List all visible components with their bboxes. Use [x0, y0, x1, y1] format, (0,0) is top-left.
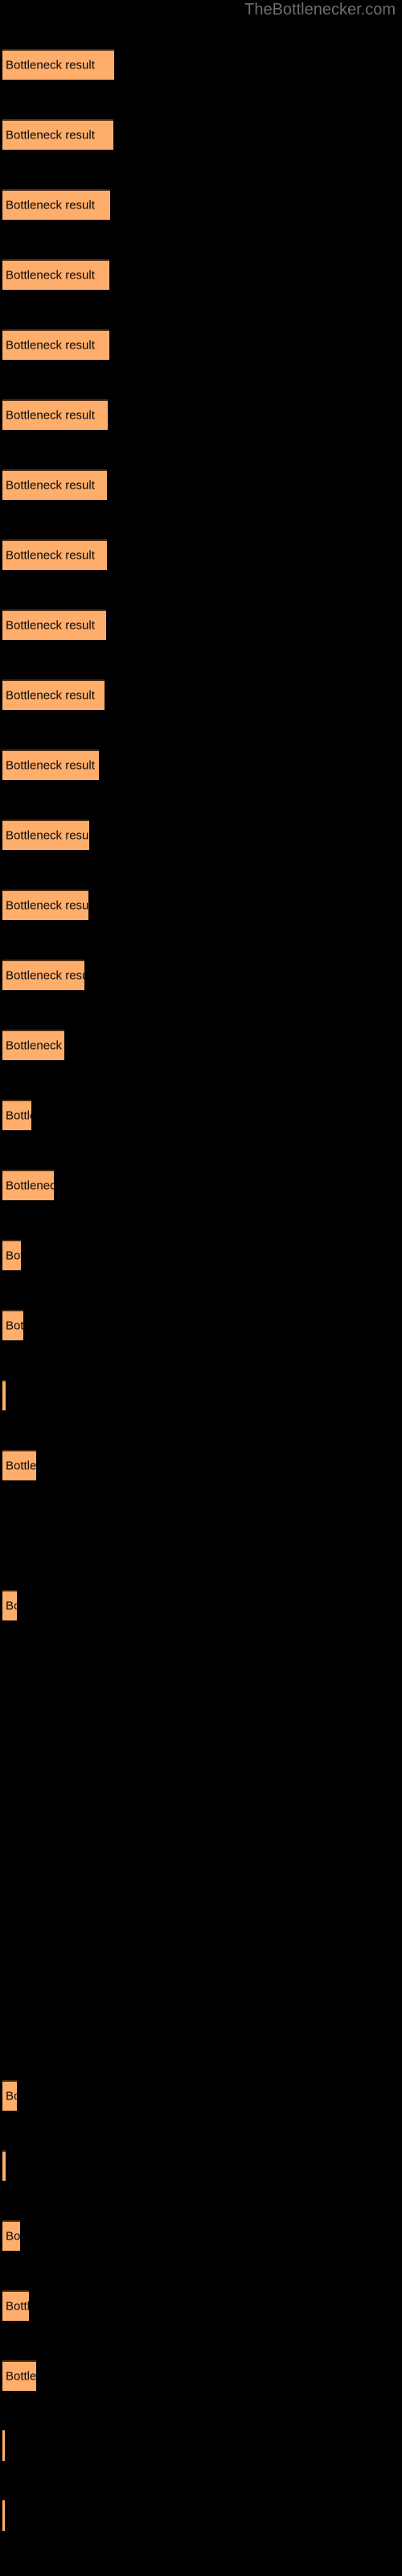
- bar[interactable]: Bottleneck result: [2, 1590, 17, 1620]
- bar-label: Bottleneck result: [6, 618, 95, 633]
- bar-slot: [0, 1800, 402, 1831]
- bar-slot: Bottleneck result: [0, 1450, 402, 1480]
- bar-slot: Bottleneck result: [0, 2150, 402, 2181]
- bar[interactable]: Bottleneck result: [2, 2500, 5, 2531]
- bar-slot: Bottleneck result: [0, 399, 402, 430]
- bar[interactable]: Bottleneck result: [2, 1310, 23, 1340]
- bar[interactable]: Bottleneck result: [2, 539, 107, 570]
- bar-slot: Bottleneck result: [0, 1240, 402, 1270]
- bar-slot: Bottleneck result: [0, 2080, 402, 2111]
- bar-label: Bottleneck result: [6, 58, 95, 72]
- bar[interactable]: Bottleneck result: [2, 2290, 29, 2321]
- bar-slot: Bottleneck result: [0, 749, 402, 780]
- bar[interactable]: Bottleneck result: [2, 679, 105, 710]
- bar[interactable]: Bottleneck result: [2, 1450, 36, 1480]
- bar[interactable]: Bottleneck result: [2, 1170, 54, 1200]
- bar-label: Bottleneck result: [6, 828, 89, 843]
- bar[interactable]: Bottleneck result: [2, 2220, 20, 2251]
- bar-slot: [0, 2010, 402, 2041]
- bar[interactable]: Bottleneck result: [2, 960, 84, 990]
- bar-slot: Bottleneck result: [0, 329, 402, 360]
- bar-label: Bottleneck result: [6, 1599, 17, 1613]
- bar-slot: Bottleneck result: [0, 890, 402, 920]
- bar-slot: Bottleneck result: [0, 469, 402, 500]
- bar-slot: [0, 1940, 402, 1971]
- bar[interactable]: Bottleneck result: [2, 1380, 6, 1410]
- bar-chart: TheBottlenecker.com Bottleneck result Bot…: [0, 0, 402, 2576]
- bar-label: Bottleneck result: [6, 2369, 36, 2384]
- bar[interactable]: Bottleneck result: [2, 2430, 5, 2461]
- bar-label: Bottleneck result: [6, 1459, 36, 1473]
- bar-label: Bottleneck result: [6, 478, 95, 493]
- bar-label: Bottleneck result: [6, 1319, 23, 1333]
- bar[interactable]: Bottleneck result: [2, 399, 108, 430]
- bar-label: Bottleneck result: [6, 268, 95, 283]
- bar-slot: [0, 1870, 402, 1901]
- bar-slot: Bottleneck result: [0, 1100, 402, 1130]
- bar[interactable]: Bottleneck result: [2, 469, 107, 500]
- bar[interactable]: Bottleneck result: [2, 2080, 17, 2111]
- bar-label: Bottleneck result: [6, 688, 95, 703]
- bar[interactable]: Bottleneck result: [2, 1030, 64, 1060]
- bar-label: Bottleneck result: [6, 2299, 29, 2314]
- bar-label: Bottleneck result: [6, 898, 88, 913]
- bar-slot: Bottleneck result: [0, 2220, 402, 2251]
- bar-slot: Bottleneck result: [0, 1170, 402, 1200]
- bar[interactable]: Bottleneck result: [2, 2150, 6, 2181]
- bar[interactable]: Bottleneck result: [2, 189, 110, 220]
- bar-label: Bottleneck result: [6, 338, 95, 353]
- bar[interactable]: Bottleneck result: [2, 329, 109, 360]
- bar[interactable]: Bottleneck result: [2, 609, 106, 640]
- bar-slot: Bottleneck result: [0, 119, 402, 150]
- bar[interactable]: Bottleneck result: [2, 49, 114, 80]
- bar[interactable]: Bottleneck result: [2, 890, 88, 920]
- bar-label: Bottleneck result: [6, 968, 84, 983]
- bar-slot: Bottleneck result: [0, 1590, 402, 1620]
- bar-label: Bottleneck result: [6, 1249, 21, 1263]
- bar-slot: Bottleneck result: [0, 819, 402, 850]
- bar-slot: Bottleneck result: [0, 2360, 402, 2391]
- bar[interactable]: Bottleneck result: [2, 1100, 31, 1130]
- bar-slot: Bottleneck result: [0, 2290, 402, 2321]
- bar[interactable]: Bottleneck result: [2, 749, 99, 780]
- bar-slot: Bottleneck result: [0, 539, 402, 570]
- bar-slot: Bottleneck result: [0, 2500, 402, 2531]
- bar-slot: [0, 1730, 402, 1761]
- bar-label: Bottleneck result: [6, 758, 95, 773]
- bar[interactable]: Bottleneck result: [2, 819, 89, 850]
- bar-label: Bottleneck result: [6, 1038, 64, 1053]
- bar-label: Bottleneck result: [6, 2089, 17, 2103]
- bar-slot: Bottleneck result: [0, 960, 402, 990]
- bar-label: Bottleneck result: [6, 1179, 54, 1193]
- bar-label: Bottleneck result: [6, 408, 95, 423]
- bar-slot: Bottleneck result: [0, 189, 402, 220]
- bar-label: Bottleneck result: [6, 2229, 20, 2244]
- bar-label: Bottleneck result: [6, 1108, 31, 1123]
- bar-label: Bottleneck result: [6, 198, 95, 213]
- bar-slot: Bottleneck result: [0, 1310, 402, 1340]
- bar-label: Bottleneck result: [6, 128, 95, 142]
- bar-slot: [0, 1520, 402, 1550]
- bar-slot: Bottleneck result: [0, 49, 402, 80]
- bar-slot: Bottleneck result: [0, 1380, 402, 1410]
- bar-slot: Bottleneck result: [0, 259, 402, 290]
- bar-label: Bottleneck result: [6, 548, 95, 563]
- bar-slot: [0, 1660, 402, 1690]
- bar-slot: Bottleneck result: [0, 1030, 402, 1060]
- bar[interactable]: Bottleneck result: [2, 259, 109, 290]
- plot-area: Bottleneck result Bottleneck result Bottle…: [0, 0, 402, 2576]
- bar[interactable]: Bottleneck result: [2, 119, 113, 150]
- bar-slot: Bottleneck result: [0, 609, 402, 640]
- bar-slot: Bottleneck result: [0, 679, 402, 710]
- bar[interactable]: Bottleneck result: [2, 1240, 21, 1270]
- bar[interactable]: Bottleneck result: [2, 2360, 36, 2391]
- bar-slot: Bottleneck result: [0, 2430, 402, 2461]
